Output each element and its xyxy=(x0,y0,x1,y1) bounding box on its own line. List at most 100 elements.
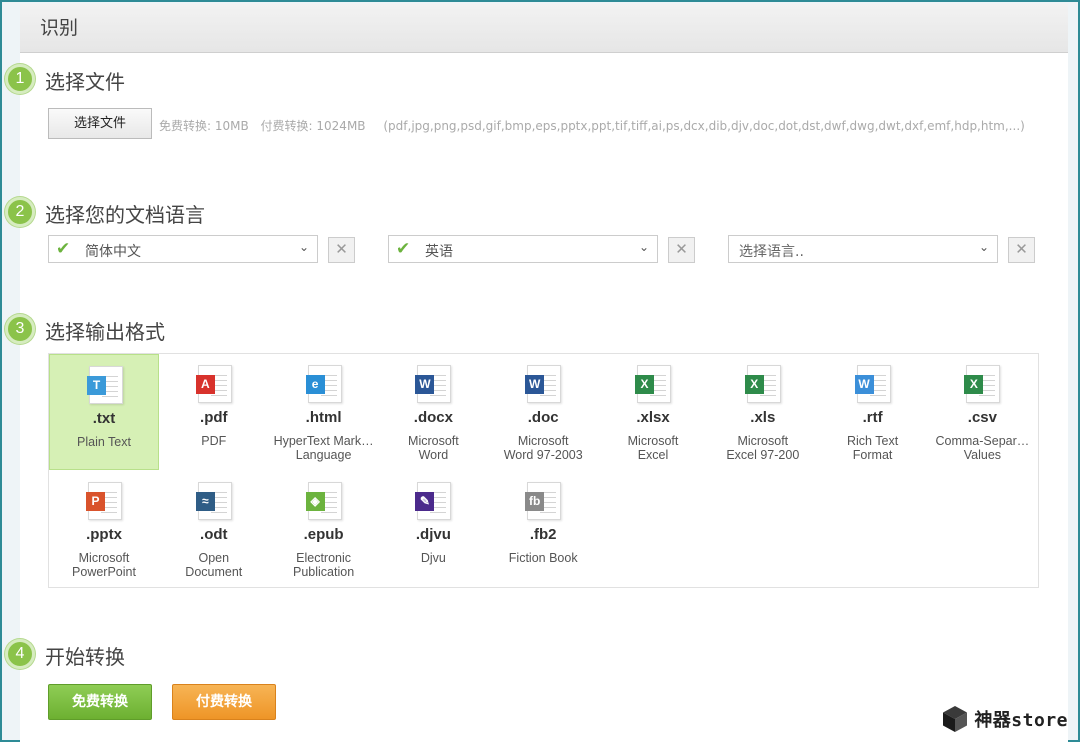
format-badge: X xyxy=(744,375,764,394)
format-description: Microsoft Excel 97-200 xyxy=(708,434,818,462)
remove-language-button[interactable]: ✕ xyxy=(1008,237,1035,263)
format-description-line: Comma-Separ… xyxy=(935,434,1030,448)
format-badge: fb xyxy=(525,492,545,511)
excel-file-icon: X xyxy=(744,365,781,403)
format-description: HyperText Mark… Language xyxy=(269,434,379,462)
format-description: Microsoft PowerPoint xyxy=(49,551,159,579)
txt-file-icon: T xyxy=(87,366,123,404)
format-badge: X xyxy=(635,375,654,394)
format-badge: W xyxy=(525,375,545,394)
format-description-line: Plain Text xyxy=(77,435,131,449)
format-option[interactable]: X .xls Microsoft Excel 97-200 xyxy=(708,354,818,470)
format-description-line: Electronic xyxy=(296,551,352,565)
checkmark-icon: ✔ xyxy=(396,239,411,259)
format-grid: T .txt Plain Text A .pdf PDF e .html HyperText M… xyxy=(48,353,1039,588)
format-description-line: Fiction Book xyxy=(508,551,578,565)
format-option[interactable]: ✎ .djvu Djvu xyxy=(378,471,488,587)
format-description-line: Word xyxy=(418,448,449,462)
excel-file-icon: X xyxy=(635,365,671,403)
format-extension: .odt xyxy=(200,526,228,543)
format-description-line: Microsoft xyxy=(78,551,130,565)
format-option[interactable]: P .pptx Microsoft PowerPoint xyxy=(49,471,159,587)
step-title: 选择文件 xyxy=(45,70,125,94)
cube-logo-icon xyxy=(943,706,968,732)
format-description-line: Language xyxy=(295,448,352,462)
format-badge: W xyxy=(415,375,435,394)
format-badge: A xyxy=(195,375,215,394)
format-description-line: Microsoft xyxy=(408,434,459,448)
format-description-line: Excel 97-200 xyxy=(726,448,800,462)
format-option[interactable]: A .pdf PDF xyxy=(159,354,269,470)
format-description: Microsoft Word xyxy=(378,434,488,462)
format-badge: X xyxy=(964,375,984,394)
remove-language-button[interactable]: ✕ xyxy=(328,237,355,263)
format-description: Open Document xyxy=(159,551,269,579)
format-extension: .djvu xyxy=(415,526,451,543)
format-option[interactable]: ◈ .epub Electronic Publication xyxy=(269,471,379,587)
format-description: Microsoft Word 97-2003 xyxy=(488,434,598,462)
format-description-line: Microsoft xyxy=(737,434,789,448)
csv-file-icon: X xyxy=(964,365,1001,403)
language-select-2[interactable]: ✔ 英语 ⌄ xyxy=(388,235,658,263)
format-extension: .docx xyxy=(413,409,453,426)
format-description-line: PDF xyxy=(201,434,227,448)
format-extension: .pdf xyxy=(200,409,228,426)
format-description: Microsoft Excel xyxy=(598,434,708,462)
format-description: Comma-Separ… Values xyxy=(927,434,1037,462)
format-option[interactable]: W .rtf Rich Text Format xyxy=(818,354,928,470)
fb2-file-icon: fb xyxy=(525,482,562,520)
format-badge: e xyxy=(305,375,325,394)
format-description-line: Format xyxy=(852,448,893,462)
format-option[interactable]: W .docx Microsoft Word xyxy=(378,354,488,470)
format-option[interactable]: W .doc Microsoft Word 97-2003 xyxy=(488,354,598,470)
paid-limit-text: 付费转换: 1024MB xyxy=(260,119,366,133)
format-description: PDF xyxy=(159,434,269,448)
format-description-line: Open xyxy=(198,551,230,565)
format-description-line: Publication xyxy=(293,565,355,579)
step-number-badge: 3 xyxy=(5,314,35,344)
chevron-down-icon: ⌄ xyxy=(638,240,649,254)
pdf-file-icon: A xyxy=(195,365,232,403)
format-option[interactable]: X .csv Comma-Separ… Values xyxy=(927,354,1037,470)
format-description-line: Rich Text xyxy=(847,434,899,448)
language-value: 简体中文 xyxy=(85,244,141,260)
paid-convert-button[interactable]: 付费转换 xyxy=(172,684,276,720)
odt-file-icon: ≈ xyxy=(195,482,232,520)
format-option[interactable]: T .txt Plain Text xyxy=(49,354,159,470)
format-extension: .fb2 xyxy=(529,526,557,543)
panel-title: 识别 xyxy=(20,4,1068,53)
format-description-line: Word 97-2003 xyxy=(503,448,583,462)
chevron-down-icon: ⌄ xyxy=(298,240,309,254)
format-option[interactable]: e .html HyperText Mark… Language xyxy=(269,354,379,470)
language-placeholder: 选择语言.. xyxy=(739,244,804,260)
format-extension: .rtf xyxy=(862,409,883,426)
remove-language-button[interactable]: ✕ xyxy=(668,237,695,263)
step-title: 选择您的文档语言 xyxy=(45,203,205,227)
format-description-line: Djvu xyxy=(420,551,446,565)
format-description-line: Microsoft xyxy=(627,434,679,448)
format-description: Djvu xyxy=(378,551,488,565)
free-convert-button[interactable]: 免费转换 xyxy=(48,684,152,720)
powerpoint-file-icon: P xyxy=(86,482,122,520)
word-file-icon: W xyxy=(415,365,452,403)
format-description-line: Excel xyxy=(637,448,669,462)
chevron-down-icon: ⌄ xyxy=(978,240,989,254)
format-description: Electronic Publication xyxy=(269,551,379,579)
free-limit-text: 免费转换: 10MB xyxy=(159,119,249,133)
format-description: Fiction Book xyxy=(488,551,598,565)
format-badge: T xyxy=(87,376,106,395)
format-option[interactable]: ≈ .odt Open Document xyxy=(159,471,269,587)
language-select-1[interactable]: ✔ 简体中文 ⌄ xyxy=(48,235,318,263)
epub-file-icon: ◈ xyxy=(305,482,342,520)
format-badge: ✎ xyxy=(415,492,435,511)
format-option[interactable]: fb .fb2 Fiction Book xyxy=(488,471,598,587)
format-badge: ≈ xyxy=(195,492,215,511)
choose-file-button[interactable]: 选择文件 xyxy=(48,108,152,139)
format-description: Rich Text Format xyxy=(818,434,928,462)
format-option[interactable]: X .xlsx Microsoft Excel xyxy=(598,354,708,470)
format-extension: .pptx xyxy=(86,526,122,543)
supported-types-text: (pdf,jpg,png,psd,gif,bmp,eps,pptx,ppt,ti… xyxy=(383,119,1025,133)
format-badge: W xyxy=(854,375,874,394)
language-select-3[interactable]: 选择语言.. ⌄ xyxy=(728,235,998,263)
step-number-badge: 2 xyxy=(5,197,35,227)
